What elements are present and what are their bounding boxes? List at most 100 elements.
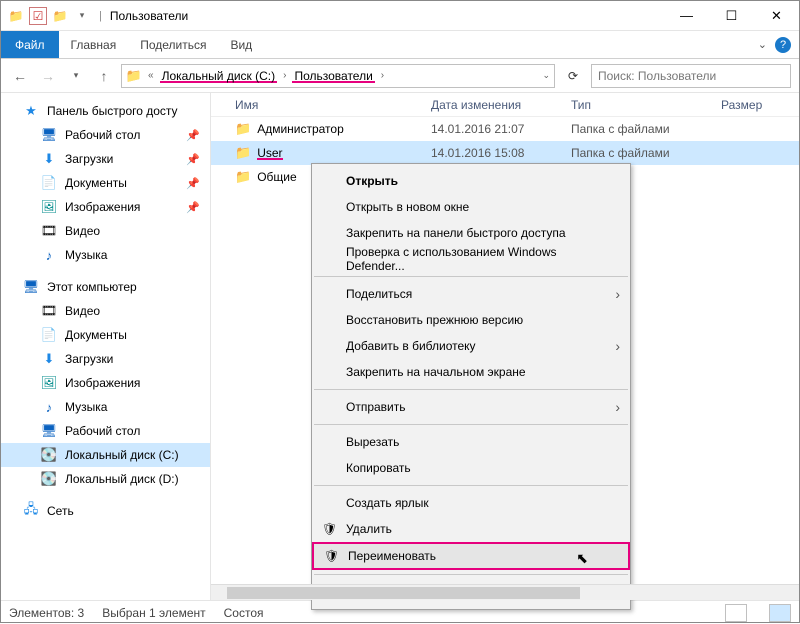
tree-label: Панель быстрого досту (47, 104, 178, 118)
folder-icon (235, 121, 251, 137)
computer-icon: 🖥 (23, 279, 39, 295)
navigation-bar: ← → ▾ ↑ 📁 « Локальный диск (C:) › Пользо… (1, 59, 799, 93)
file-name: Общие (257, 170, 296, 184)
tree-videos[interactable]: 🎞Видео (1, 219, 210, 243)
back-button[interactable]: ← (9, 65, 31, 87)
ribbon-file-tab[interactable]: Файл (1, 31, 59, 58)
tree-label: Сеть (47, 504, 74, 518)
breadcrumb-drive[interactable]: Локальный диск (C:) (160, 69, 278, 83)
qat-dropdown-icon[interactable]: ▾ (73, 7, 91, 25)
search-input[interactable]: Поиск: Пользователи (591, 64, 791, 88)
tree-downloads[interactable]: ⬇Загрузки📌 (1, 147, 210, 171)
help-icon[interactable]: ? (775, 37, 791, 53)
ctx-copy[interactable]: Копировать (312, 455, 630, 481)
ctx-separator (314, 389, 628, 390)
tree-pc-videos[interactable]: 🎞 Видео (1, 299, 210, 323)
tree-local-disk-d[interactable]: 💽 Локальный диск (D:) (1, 467, 210, 491)
breadcrumb-folder[interactable]: Пользователи (292, 69, 374, 83)
maximize-button[interactable]: ☐ (709, 1, 754, 31)
ribbon: Файл Главная Поделиться Вид ⌄ ? (1, 31, 799, 59)
forward-button[interactable]: → (37, 65, 59, 87)
status-state: Состоя (224, 606, 264, 620)
file-date: 14.01.2016 21:07 (431, 122, 571, 136)
chevron-right-icon[interactable]: › (281, 70, 288, 81)
ctx-create-shortcut[interactable]: Создать ярлык (312, 490, 630, 516)
file-type: Папка с файлами (571, 146, 721, 160)
ctx-separator (314, 485, 628, 486)
ctx-pin-start[interactable]: Закрепить на начальном экране (312, 359, 630, 385)
ctx-label: Переименовать (348, 549, 436, 563)
chevron-right-icon[interactable]: › (379, 70, 386, 81)
ctx-defender-scan[interactable]: Проверка с использованием Windows Defend… (312, 246, 630, 272)
documents-icon: 📄 (41, 175, 57, 191)
column-name[interactable]: Имя (211, 98, 431, 112)
tree-label: Локальный диск (D:) (65, 472, 179, 486)
navigation-pane: ★Панель быстрого досту 🖥Рабочий стол📌 ⬇З… (1, 93, 211, 600)
file-type: Папка с файлами (571, 122, 721, 136)
minimize-button[interactable]: — (664, 1, 709, 31)
ctx-share[interactable]: Поделиться (312, 281, 630, 307)
tree-music[interactable]: ♪Музыка (1, 243, 210, 267)
file-name: User (257, 146, 282, 160)
ctx-open[interactable]: Открыть (312, 168, 630, 194)
close-button[interactable]: ✕ (754, 1, 799, 31)
tree-quick-access[interactable]: ★Панель быстрого досту (1, 99, 210, 123)
table-row[interactable]: User 14.01.2016 15:08 Папка с файлами (211, 141, 799, 165)
ctx-open-new-window[interactable]: Открыть в новом окне (312, 194, 630, 220)
ctx-add-to-library[interactable]: Добавить в библиотеку (312, 333, 630, 359)
documents-icon: 📄 (41, 327, 57, 343)
tree-pictures[interactable]: 🖼Изображения📌 (1, 195, 210, 219)
folder-icon (235, 145, 251, 161)
breadcrumb-ellipsis[interactable]: « (146, 70, 156, 81)
ctx-send-to[interactable]: Отправить (312, 394, 630, 420)
tree-pc-music[interactable]: ♪Музыка (1, 395, 210, 419)
tree-documents[interactable]: 📄Документы📌 (1, 171, 210, 195)
address-dropdown-icon[interactable]: ⌄ (542, 70, 550, 81)
tree-pc-desktop[interactable]: 🖥Рабочий стол (1, 419, 210, 443)
table-row[interactable]: Администратор 14.01.2016 21:07 Папка с ф… (211, 117, 799, 141)
tree-network[interactable]: 🖧Сеть (1, 499, 210, 523)
ctx-separator (314, 276, 628, 277)
tree-label: Видео (65, 304, 100, 318)
ctx-pin-quick-access[interactable]: Закрепить на панели быстрого доступа (312, 220, 630, 246)
tree-pc-downloads[interactable]: ⬇Загрузки (1, 347, 210, 371)
pin-icon: 📌 (186, 153, 200, 166)
column-date[interactable]: Дата изменения (431, 98, 571, 112)
tree-pc-documents[interactable]: 📄Документы (1, 323, 210, 347)
tree-pc-pictures[interactable]: 🖼 Изображения (1, 371, 210, 395)
address-bar[interactable]: 📁 « Локальный диск (C:) › Пользователи ›… (121, 64, 555, 88)
ctx-rename[interactable]: 🛡Переименовать⬉ (312, 542, 630, 570)
videos-icon: 🎞 (41, 223, 57, 239)
pictures-icon: 🖼 (41, 375, 57, 391)
refresh-button[interactable]: ⟳ (561, 64, 585, 88)
ribbon-expand-icon[interactable]: ⌄ (758, 38, 767, 51)
column-type[interactable]: Тип (571, 98, 721, 112)
videos-icon: 🎞 (41, 303, 57, 319)
recent-dropdown-icon[interactable]: ▾ (65, 65, 87, 87)
new-folder-qat-icon[interactable]: 📁 (51, 7, 69, 25)
ribbon-tab-share[interactable]: Поделиться (128, 31, 218, 58)
search-placeholder: Поиск: Пользователи (598, 69, 716, 83)
ribbon-tab-home[interactable]: Главная (59, 31, 129, 58)
pin-icon: 📌 (186, 201, 200, 214)
column-size[interactable]: Размер (721, 98, 799, 112)
ribbon-tab-view[interactable]: Вид (218, 31, 264, 58)
view-large-icons-button[interactable] (769, 604, 791, 622)
drive-icon: 💽 (41, 471, 57, 487)
tree-this-pc[interactable]: 🖥Этот компьютер (1, 275, 210, 299)
ctx-cut[interactable]: Вырезать (312, 429, 630, 455)
ctx-restore-previous[interactable]: Восстановить прежнюю версию (312, 307, 630, 333)
tree-label: Изображения (65, 376, 140, 390)
window-title: Пользователи (110, 9, 188, 23)
horizontal-scrollbar[interactable] (211, 584, 799, 600)
tree-label: Музыка (65, 248, 107, 262)
properties-qat-icon[interactable]: ☑ (29, 7, 47, 25)
view-details-button[interactable] (725, 604, 747, 622)
ctx-label: Удалить (346, 522, 392, 536)
up-button[interactable]: ↑ (93, 65, 115, 87)
scrollbar-thumb[interactable] (227, 587, 580, 599)
tree-desktop[interactable]: 🖥Рабочий стол📌 (1, 123, 210, 147)
tree-local-disk-c[interactable]: 💽Локальный диск (C:) (1, 443, 210, 467)
pin-icon: 📌 (186, 177, 200, 190)
ctx-delete[interactable]: 🛡Удалить (312, 516, 630, 542)
